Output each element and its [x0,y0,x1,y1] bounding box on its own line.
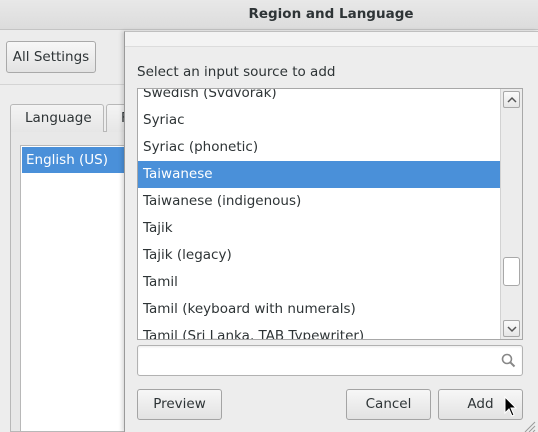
tab-language[interactable]: Language [10,104,104,132]
language-list: English (US) [20,145,138,432]
window-title: Region and Language [248,6,414,22]
input-source-item[interactable]: Swedish (Svdvorak) [138,89,500,107]
search-input[interactable] [140,348,496,373]
mouse-pointer-icon [504,396,518,417]
chevron-up-icon [507,96,517,103]
list-scrollbar[interactable] [500,89,522,339]
input-source-item[interactable]: Taiwanese [138,161,500,188]
scroll-up-button[interactable] [503,91,520,108]
language-list-item[interactable]: English (US) [22,147,137,173]
input-source-item[interactable]: Syriac [138,107,500,134]
cancel-button[interactable]: Cancel [346,389,431,420]
search-icon [501,353,516,368]
input-source-item[interactable]: Syriac (phonetic) [138,134,500,161]
input-source-item[interactable]: Tajik [138,215,500,242]
input-source-item[interactable]: Tamil [138,269,500,296]
resize-grip-icon[interactable] [522,420,536,432]
scrollbar-thumb[interactable] [503,257,520,286]
add-input-source-dialog: Select an input source to add Swedish (S… [124,31,538,432]
window-titlebar: Region and Language [0,0,538,30]
input-source-item[interactable]: Tamil (keyboard with numerals) [138,296,500,323]
input-source-item[interactable]: Tamil (Sri Lanka, TAB Typewriter) [138,323,500,339]
input-source-item[interactable]: Taiwanese (indigenous) [138,188,500,215]
dialog-header [125,32,538,47]
search-field[interactable] [137,345,523,376]
all-settings-button[interactable]: All Settings [6,41,96,73]
input-source-item[interactable]: Tajik (legacy) [138,242,500,269]
scroll-down-button[interactable] [503,320,520,337]
chevron-down-icon [507,326,517,333]
dialog-prompt: Select an input source to add [137,64,336,80]
input-source-list: Swedish (Svdvorak) Syriac Syriac (phonetic… [137,88,523,340]
preview-button[interactable]: Preview [137,389,222,420]
